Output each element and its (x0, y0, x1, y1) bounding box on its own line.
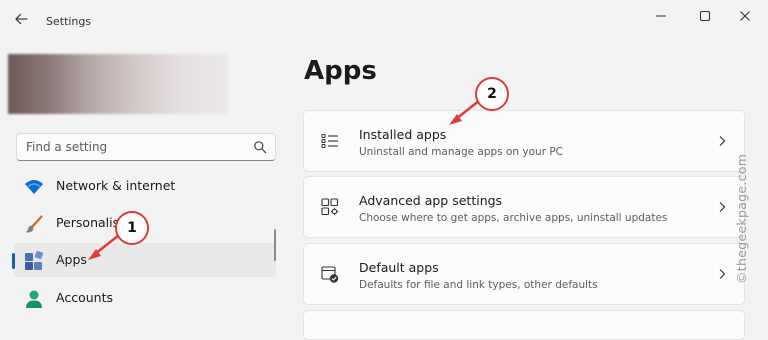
sidebar-item-accounts[interactable]: Accounts (14, 281, 276, 315)
card-title: Advanced app settings (359, 193, 503, 208)
card-title: Installed apps (359, 127, 447, 142)
search-icon (254, 141, 267, 154)
minimize-icon (656, 15, 666, 17)
sidebar-item-label: Apps (56, 252, 87, 267)
list-icon (321, 134, 338, 148)
back-arrow-icon (15, 13, 28, 25)
title-bar: Settings (0, 0, 768, 34)
installed-apps-card[interactable]: Installed apps Uninstall and manage apps… (303, 110, 745, 172)
wifi-icon (25, 180, 43, 194)
close-icon (740, 11, 750, 21)
minimize-button[interactable] (638, 5, 684, 27)
sidebar-item-label: Personalis (56, 215, 120, 230)
chevron-right-icon (719, 136, 726, 146)
sidebar-item-network[interactable]: Network & internet (14, 169, 276, 203)
paintbrush-icon (25, 215, 43, 233)
user-profile-image (8, 54, 228, 114)
watermark-text: ©thegeekpage.com (734, 153, 749, 284)
card-title: Default apps (359, 260, 439, 275)
close-button[interactable] (722, 5, 768, 27)
search-placeholder: Find a setting (26, 140, 108, 154)
advanced-app-settings-card[interactable]: Advanced app settings Choose where to ge… (303, 176, 745, 238)
card-subtitle: Choose where to get apps, archive apps, … (359, 212, 668, 224)
next-settings-card[interactable] (303, 310, 745, 340)
back-button[interactable] (10, 8, 32, 30)
window-title: Settings (46, 15, 92, 28)
default-apps-card[interactable]: Default apps Defaults for file and link … (303, 243, 745, 305)
maximize-icon (699, 10, 711, 22)
sidebar-item-apps[interactable]: Apps (12, 243, 276, 277)
annotation-badge-2: 2 (475, 77, 509, 111)
sidebar-item-label: Accounts (56, 290, 113, 305)
person-icon (26, 290, 42, 308)
card-subtitle: Uninstall and manage apps on your PC (359, 146, 564, 158)
sidebar-item-label: Network & internet (56, 178, 176, 193)
selection-indicator (12, 253, 15, 269)
page-title: Apps (304, 56, 377, 86)
chevron-right-icon (719, 269, 726, 279)
app-settings-icon (321, 198, 339, 216)
card-subtitle: Defaults for file and link types, other … (359, 279, 598, 291)
annotation-badge-1: 1 (115, 211, 149, 245)
search-input[interactable]: Find a setting (16, 133, 276, 161)
chevron-right-icon (719, 202, 726, 212)
sidebar-scrollbar[interactable] (274, 229, 276, 261)
apps-icon (25, 251, 44, 270)
default-apps-icon (321, 266, 339, 283)
